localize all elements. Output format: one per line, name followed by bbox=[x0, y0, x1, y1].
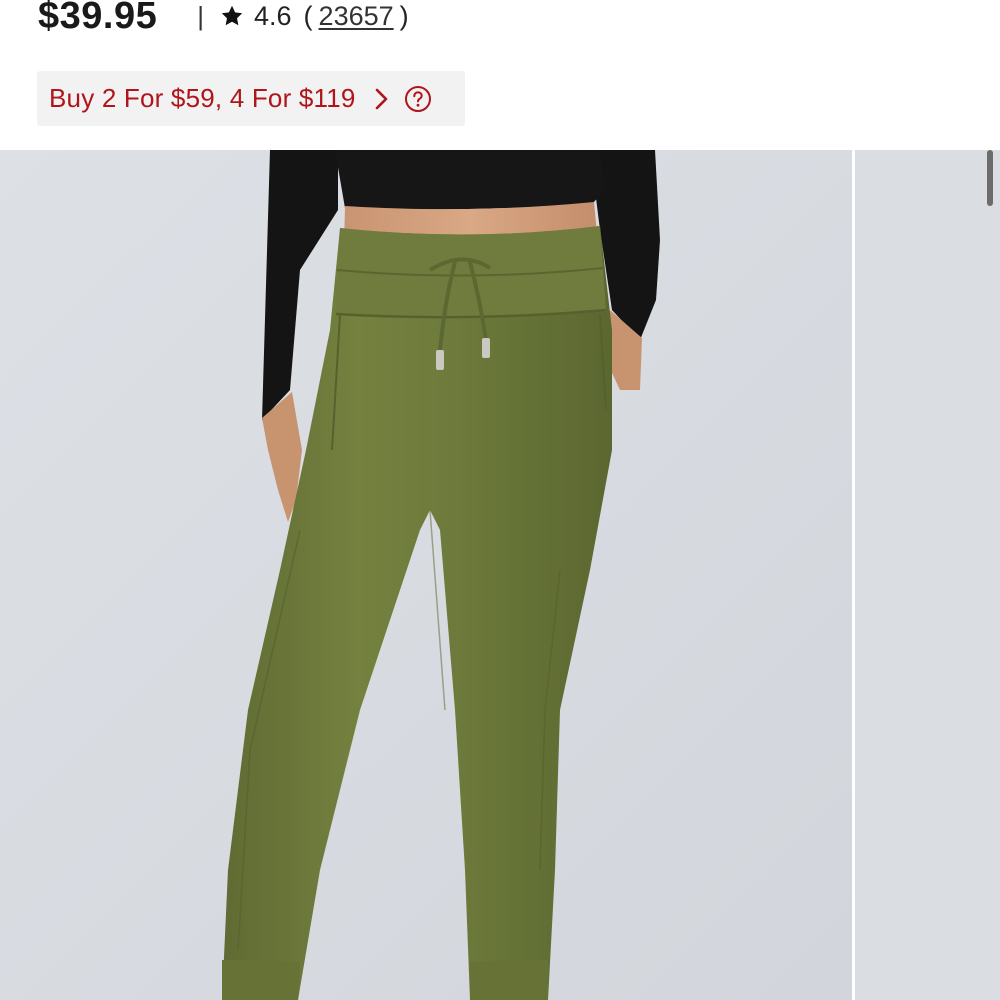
review-close-paren: ) bbox=[399, 0, 409, 31]
help-circle-icon[interactable] bbox=[404, 85, 432, 113]
product-photo bbox=[0, 150, 852, 1000]
promo-banner[interactable]: Buy 2 For $59, 4 For $119 bbox=[37, 71, 465, 126]
price-divider: | bbox=[197, 0, 204, 31]
review-link[interactable]: (23657) bbox=[304, 1, 409, 32]
chevron-right-icon bbox=[375, 88, 387, 109]
rating-value: 4.6 bbox=[254, 0, 292, 31]
scrollbar-thumb[interactable] bbox=[987, 150, 993, 206]
product-image[interactable] bbox=[0, 150, 852, 1000]
product-header: $39.95 | 4.6 (23657) Buy 2 For $59, 4 Fo… bbox=[0, 0, 1000, 150]
next-product-image[interactable] bbox=[855, 150, 1000, 1000]
review-open-paren: ( bbox=[303, 0, 313, 31]
price-rating-row: $39.95 | 4.6 (23657) bbox=[38, 0, 409, 46]
product-price: $39.95 bbox=[38, 0, 158, 37]
review-count[interactable]: 23657 bbox=[319, 1, 394, 31]
star-icon bbox=[221, 5, 243, 26]
product-page: $39.95 | 4.6 (23657) Buy 2 For $59, 4 Fo… bbox=[0, 0, 1000, 1000]
product-gallery[interactable] bbox=[0, 150, 1000, 1000]
promo-text: Buy 2 For $59, 4 For $119 bbox=[49, 83, 356, 113]
